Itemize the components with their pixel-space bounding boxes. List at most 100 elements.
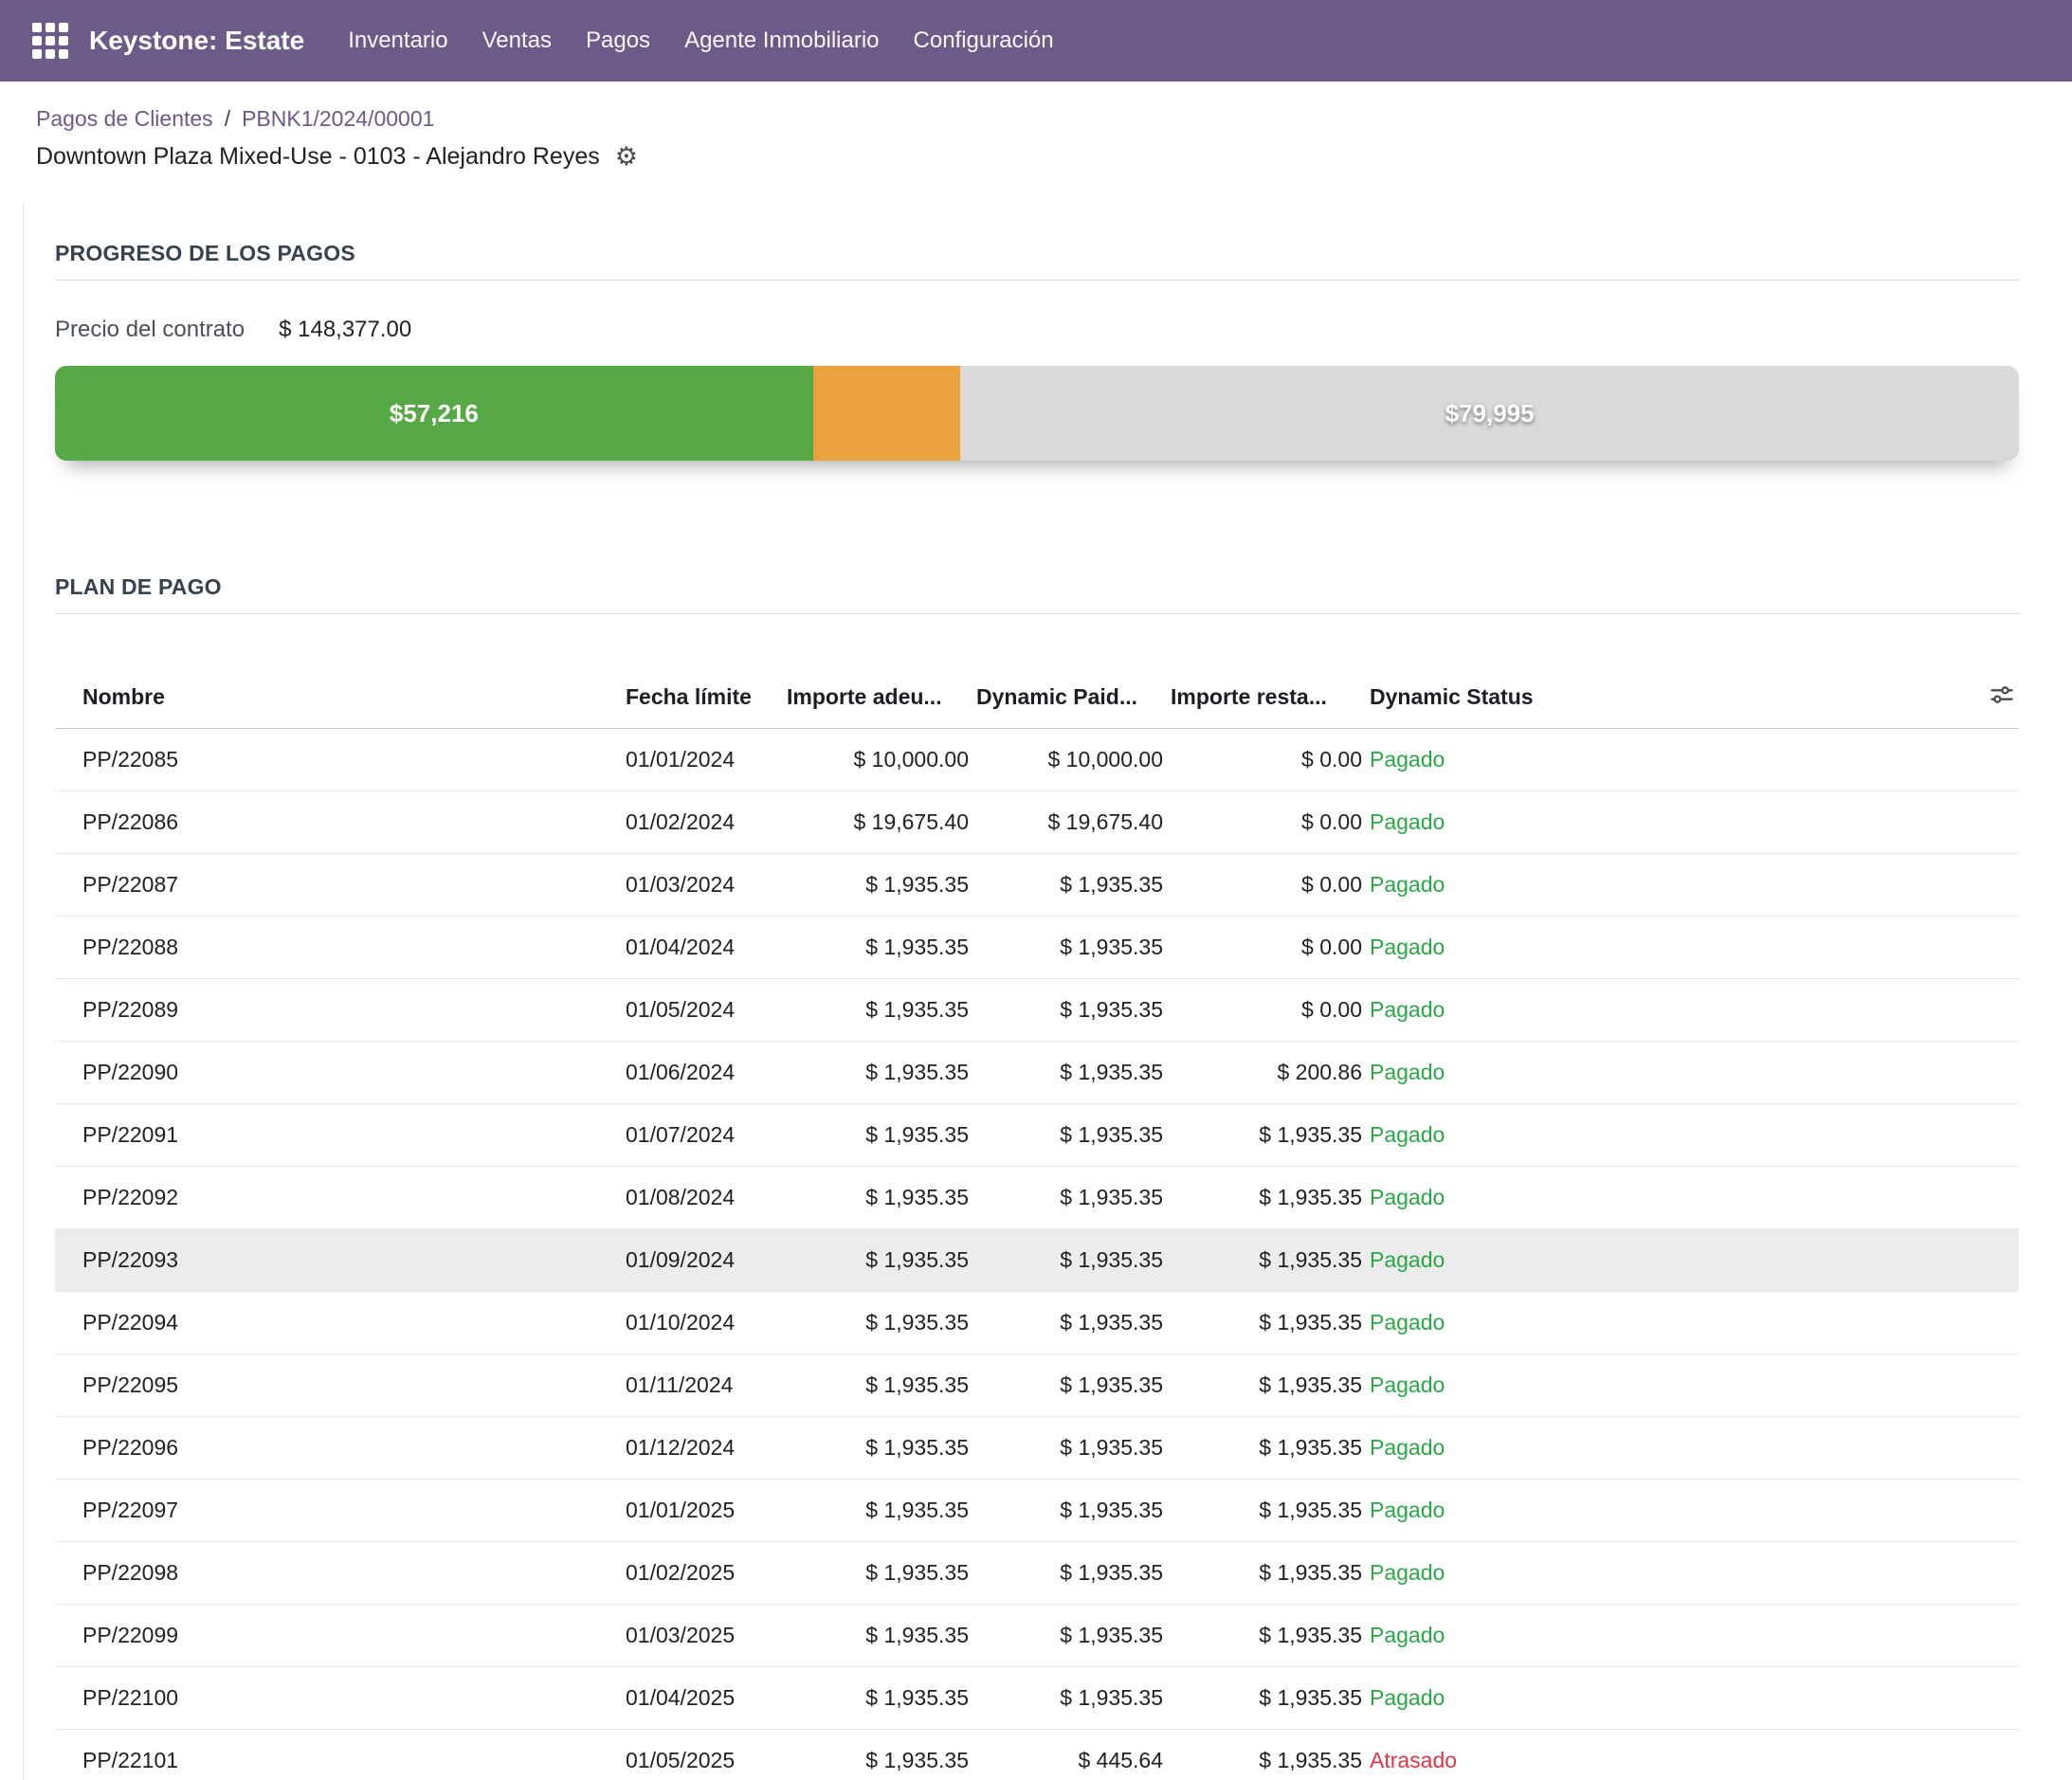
row-spacer [1958, 1604, 2019, 1666]
row-name: PP/22087 [55, 853, 624, 916]
nav-item-configuración[interactable]: Configuración [897, 0, 1071, 82]
row-status: Pagado [1368, 1041, 1958, 1103]
table-row-PP-22091[interactable]: PP/2209101/07/2024$ 1,935.35$ 1,935.35$ … [55, 1103, 2019, 1166]
table-row-PP-22096[interactable]: PP/2209601/12/2024$ 1,935.35$ 1,935.35$ … [55, 1416, 2019, 1479]
row-amount-remaining: $ 0.00 [1169, 790, 1368, 853]
gear-icon[interactable]: ⚙ [615, 144, 638, 170]
row-deadline: 01/02/2024 [624, 790, 785, 853]
row-deadline: 01/04/2025 [624, 1666, 785, 1729]
row-status: Pagado [1368, 1541, 1958, 1604]
row-status: Pagado [1368, 1166, 1958, 1228]
row-deadline: 01/10/2024 [624, 1291, 785, 1353]
row-deadline: 01/08/2024 [624, 1166, 785, 1228]
row-status: Pagado [1368, 1291, 1958, 1353]
table-row-PP-22089[interactable]: PP/2208901/05/2024$ 1,935.35$ 1,935.35$ … [55, 978, 2019, 1041]
row-amount-due: $ 1,935.35 [785, 1353, 974, 1416]
nav-item-ventas[interactable]: Ventas [465, 0, 569, 82]
nav-item-agente-inmobiliario[interactable]: Agente Inmobiliario [667, 0, 896, 82]
progress-remaining-segment: $79,995 [960, 366, 2019, 461]
row-dynamic-paid: $ 1,935.35 [974, 1228, 1169, 1291]
row-amount-remaining: $ 1,935.35 [1169, 1479, 1368, 1541]
table-row-PP-22097[interactable]: PP/2209701/01/2025$ 1,935.35$ 1,935.35$ … [55, 1479, 2019, 1541]
column-header-amount-due[interactable]: Importe adeu... [785, 667, 974, 728]
payment-plan-table: Nombre Fecha límite Importe adeu... Dyna… [55, 667, 2019, 1780]
table-row-PP-22094[interactable]: PP/2209401/10/2024$ 1,935.35$ 1,935.35$ … [55, 1291, 2019, 1353]
row-amount-due: $ 1,935.35 [785, 1291, 974, 1353]
row-deadline: 01/11/2024 [624, 1353, 785, 1416]
nav-item-pagos[interactable]: Pagos [569, 0, 667, 82]
row-dynamic-paid: $ 1,935.35 [974, 1041, 1169, 1103]
row-status: Pagado [1368, 1416, 1958, 1479]
table-row-PP-22085[interactable]: PP/2208501/01/2024$ 10,000.00$ 10,000.00… [55, 728, 2019, 790]
row-spacer [1958, 916, 2019, 978]
payments-progress-bar: $57,216 $79,995 [55, 366, 2019, 461]
row-amount-remaining: $ 1,935.35 [1169, 1228, 1368, 1291]
app-brand[interactable]: Keystone: Estate [89, 26, 304, 56]
row-amount-due: $ 1,935.35 [785, 1729, 974, 1780]
row-name: PP/22090 [55, 1041, 624, 1103]
row-status: Pagado [1368, 1228, 1958, 1291]
optional-columns-icon[interactable] [1989, 681, 2015, 708]
row-status: Atrasado [1368, 1729, 1958, 1780]
table-row-PP-22093[interactable]: PP/2209301/09/2024$ 1,935.35$ 1,935.35$ … [55, 1228, 2019, 1291]
row-name: PP/22086 [55, 790, 624, 853]
table-row-PP-22098[interactable]: PP/2209801/02/2025$ 1,935.35$ 1,935.35$ … [55, 1541, 2019, 1604]
row-name: PP/22098 [55, 1541, 624, 1604]
row-amount-due: $ 1,935.35 [785, 1103, 974, 1166]
column-header-dynamic-status[interactable]: Dynamic Status [1368, 667, 1958, 728]
column-header-amount-remaining[interactable]: Importe resta... [1169, 667, 1368, 728]
table-row-PP-22088[interactable]: PP/2208801/04/2024$ 1,935.35$ 1,935.35$ … [55, 916, 2019, 978]
row-amount-due: $ 1,935.35 [785, 1541, 974, 1604]
table-row-PP-22099[interactable]: PP/2209901/03/2025$ 1,935.35$ 1,935.35$ … [55, 1604, 2019, 1666]
apps-grid-icon[interactable] [32, 23, 68, 59]
row-name: PP/22093 [55, 1228, 624, 1291]
plan-table-body: PP/2208501/01/2024$ 10,000.00$ 10,000.00… [55, 728, 2019, 1780]
row-dynamic-paid: $ 1,935.35 [974, 1103, 1169, 1166]
contract-price-row: Precio del contrato $ 148,377.00 [55, 317, 2019, 343]
row-amount-due: $ 1,935.35 [785, 1479, 974, 1541]
column-header-deadline[interactable]: Fecha límite [624, 667, 785, 728]
row-amount-due: $ 1,935.35 [785, 916, 974, 978]
contract-price-value: $ 148,377.00 [279, 317, 411, 343]
row-spacer [1958, 978, 2019, 1041]
table-row-PP-22101[interactable]: PP/2210101/05/2025$ 1,935.35$ 445.64$ 1,… [55, 1729, 2019, 1780]
row-dynamic-paid: $ 1,935.35 [974, 1541, 1169, 1604]
row-amount-due: $ 19,675.40 [785, 790, 974, 853]
row-amount-due: $ 1,935.35 [785, 1666, 974, 1729]
row-name: PP/22100 [55, 1666, 624, 1729]
row-dynamic-paid: $ 1,935.35 [974, 1353, 1169, 1416]
breadcrumb: Pagos de Clientes/PBNK1/2024/00001 [0, 82, 2072, 132]
breadcrumb-parent-link[interactable]: Pagos de Clientes [36, 106, 213, 131]
table-row-PP-22095[interactable]: PP/2209501/11/2024$ 1,935.35$ 1,935.35$ … [55, 1353, 2019, 1416]
row-amount-due: $ 10,000.00 [785, 728, 974, 790]
table-row-PP-22100[interactable]: PP/2210001/04/2025$ 1,935.35$ 1,935.35$ … [55, 1666, 2019, 1729]
row-dynamic-paid: $ 19,675.40 [974, 790, 1169, 853]
progress-paid-segment: $57,216 [55, 366, 813, 461]
breadcrumb-separator: / [213, 106, 242, 131]
row-name: PP/22089 [55, 978, 624, 1041]
row-spacer [1958, 1666, 2019, 1729]
row-spacer [1958, 1166, 2019, 1228]
column-header-dynamic-paid[interactable]: Dynamic Paid... [974, 667, 1169, 728]
row-dynamic-paid: $ 1,935.35 [974, 1666, 1169, 1729]
row-dynamic-paid: $ 1,935.35 [974, 853, 1169, 916]
row-spacer [1958, 1291, 2019, 1353]
row-name: PP/22088 [55, 916, 624, 978]
row-amount-remaining: $ 1,935.35 [1169, 1103, 1368, 1166]
row-name: PP/22099 [55, 1604, 624, 1666]
row-amount-remaining: $ 0.00 [1169, 916, 1368, 978]
row-status: Pagado [1368, 1666, 1958, 1729]
row-name: PP/22091 [55, 1103, 624, 1166]
row-name: PP/22101 [55, 1729, 624, 1780]
table-row-PP-22086[interactable]: PP/2208601/02/2024$ 19,675.40$ 19,675.40… [55, 790, 2019, 853]
row-dynamic-paid: $ 1,935.35 [974, 1291, 1169, 1353]
table-row-PP-22087[interactable]: PP/2208701/03/2024$ 1,935.35$ 1,935.35$ … [55, 853, 2019, 916]
form-sheet: PROGRESO DE LOS PAGOS Precio del contrat… [23, 203, 2072, 1780]
nav-item-inventario[interactable]: Inventario [331, 0, 464, 82]
row-status: Pagado [1368, 790, 1958, 853]
column-header-name[interactable]: Nombre [55, 667, 624, 728]
table-row-PP-22090[interactable]: PP/2209001/06/2024$ 1,935.35$ 1,935.35$ … [55, 1041, 2019, 1103]
table-row-PP-22092[interactable]: PP/2209201/08/2024$ 1,935.35$ 1,935.35$ … [55, 1166, 2019, 1228]
breadcrumb-current-link[interactable]: PBNK1/2024/00001 [242, 106, 434, 131]
row-name: PP/22085 [55, 728, 624, 790]
